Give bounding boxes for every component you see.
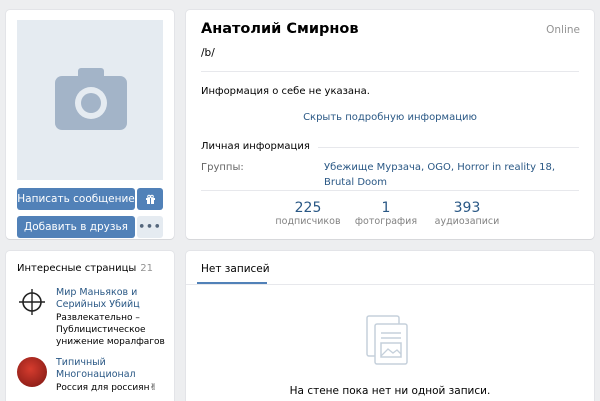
gift-button[interactable] xyxy=(137,188,163,210)
pages-header[interactable]: Интересные страницы 21 xyxy=(17,263,153,274)
toggle-details-link[interactable]: Скрыть подробную информацию xyxy=(186,112,594,123)
about-text: Информация о себе не указана. xyxy=(201,86,370,97)
gift-icon xyxy=(145,194,155,204)
groups-label: Группы: xyxy=(201,162,244,173)
community-avatar[interactable] xyxy=(17,357,47,387)
counter-audio[interactable]: 393 аудиозаписи xyxy=(422,200,512,228)
avatar-card: Написать сообщение Добавить в друзья ••• xyxy=(6,10,174,239)
profile-card: Анатолий Смирнов Online /b/ Информация о… xyxy=(186,10,594,239)
pages-count: 21 xyxy=(140,263,154,274)
tab-no-posts[interactable]: Нет записей xyxy=(201,263,270,275)
page-description: Развлекательно – Публицистическое унижен… xyxy=(56,313,165,347)
divider xyxy=(201,190,579,191)
counter-value: 225 xyxy=(294,200,322,216)
counter-followers[interactable]: 225 подписчиков xyxy=(272,200,344,228)
page-name[interactable]: Типичный Многонационал xyxy=(56,357,171,381)
add-friend-button[interactable]: Добавить в друзья xyxy=(17,216,135,238)
counter-photos[interactable]: 1 фотография xyxy=(350,200,422,228)
more-icon: ••• xyxy=(138,221,162,233)
pages-title: Интересные страницы xyxy=(17,263,137,274)
wall-card: Нет записей На стене пока нет ни одной з… xyxy=(186,251,594,401)
crosshair-icon[interactable] xyxy=(17,287,47,317)
counter-label: подписчиков xyxy=(275,216,341,227)
groups-value[interactable]: Убежище Мурзача, OGO, Horror in reality … xyxy=(324,160,574,190)
page-name[interactable]: Мир Маньяков и Серийных Убийц xyxy=(56,287,171,311)
divider xyxy=(201,71,579,72)
active-tab-indicator xyxy=(197,282,267,284)
send-message-button[interactable]: Написать сообщение xyxy=(17,188,135,210)
counter-value: 1 xyxy=(381,200,391,216)
interesting-pages-card: Интересные страницы 21 Мир Маньяков и Сер… xyxy=(6,251,174,401)
profile-status[interactable]: /b/ xyxy=(201,47,215,59)
online-status: Online xyxy=(546,24,580,36)
camera-icon xyxy=(55,68,127,130)
page-description: Россия для россиян✌ xyxy=(56,383,158,393)
avatar[interactable] xyxy=(17,20,163,180)
section-title: Личная информация xyxy=(201,141,318,152)
counter-label: аудиозаписи xyxy=(434,216,500,227)
toggle-details-label[interactable]: Скрыть подробную информацию xyxy=(303,112,477,123)
tab-divider xyxy=(186,284,594,285)
profile-name: Анатолий Смирнов xyxy=(201,21,359,37)
counter-value: 393 xyxy=(453,200,481,216)
document-icon xyxy=(366,315,408,365)
more-button[interactable]: ••• xyxy=(137,216,163,238)
counter-label: фотография xyxy=(354,216,418,227)
empty-wall-text: На стене пока нет ни одной записи. xyxy=(289,385,491,397)
